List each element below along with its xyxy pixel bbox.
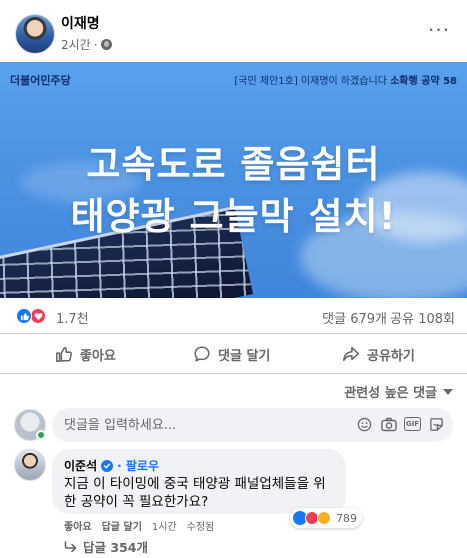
- view-replies-link[interactable]: 답글 354개: [64, 537, 148, 556]
- share-count[interactable]: 공유 108회: [390, 308, 455, 327]
- comment-header: 이준석 · 팔로우: [64, 457, 334, 474]
- globe-icon: [100, 39, 112, 50]
- more-icon[interactable]: ···: [428, 20, 450, 40]
- comment-input[interactable]: [64, 417, 344, 433]
- post-actions: 좋아요 댓글 달기 공유하기: [0, 334, 467, 374]
- headline-line-1: 고속도로 졸음쉼터: [86, 143, 381, 186]
- comment-count[interactable]: 댓글 679개: [322, 308, 387, 327]
- reaction-count[interactable]: 1.7천: [56, 308, 89, 327]
- post-image[interactable]: 더불어민주당 [국민 제안1호] 이재명이 하겠습니다 소확행 공약 58 고속…: [0, 62, 467, 298]
- like-icon: [56, 346, 72, 362]
- pledge-caption: [국민 제안1호] 이재명이 하겠습니다 소확행 공약 58: [234, 72, 457, 87]
- like-button[interactable]: 좋아요: [55, 334, 116, 374]
- comment-reply-link[interactable]: 답글 달기: [102, 518, 142, 533]
- care-icon: [317, 511, 331, 525]
- gif-icon[interactable]: GIF: [404, 417, 421, 431]
- share-button[interactable]: 공유하기: [342, 334, 415, 374]
- comment-sort-dropdown[interactable]: 관련성 높은 댓글: [344, 382, 453, 401]
- pledge-name: 소확행 공약 58: [390, 76, 457, 87]
- like-button-label: 좋아요: [80, 348, 116, 364]
- comment-reactions[interactable]: 789: [290, 508, 362, 528]
- comment-button[interactable]: 댓글 달기: [193, 334, 270, 374]
- share-icon: [343, 346, 359, 362]
- reply-arrow-icon: [64, 541, 77, 552]
- post-meta: 2시간 ·: [61, 36, 112, 53]
- comment-actions: 좋아요 답글 달기 1시간 수정됨: [64, 518, 214, 533]
- comment-input-box[interactable]: GIF: [52, 408, 453, 442]
- comment-icon: [194, 346, 210, 362]
- comment-button-label: 댓글 달기: [218, 348, 271, 364]
- headline-line-2: 태양광 그늘막 설치!: [70, 195, 397, 238]
- comment-time[interactable]: 1시간: [152, 518, 177, 533]
- meta-separator: ·: [93, 37, 98, 52]
- author-name[interactable]: 이재명: [61, 13, 100, 33]
- camera-icon[interactable]: [380, 416, 397, 433]
- caret-down-icon: [443, 388, 453, 395]
- comment-sort-label: 관련성 높은 댓글: [344, 386, 437, 401]
- comment-like-link[interactable]: 좋아요: [64, 518, 92, 533]
- commenter-avatar[interactable]: [14, 449, 46, 481]
- love-icon[interactable]: [30, 308, 46, 324]
- pledge-prefix: [국민 제안1호] 이재명이 하겠습니다: [234, 76, 387, 87]
- like-icon[interactable]: [16, 308, 32, 324]
- comment-input-tools: GIF: [356, 416, 445, 433]
- emoji-icon[interactable]: [356, 416, 373, 433]
- comment-edited-label: 수정됨: [186, 522, 215, 533]
- comment-text: 지금 이 타이밍에 중국 태양광 패널업체들을 위한 공약이 꼭 필요한가요?: [64, 476, 326, 510]
- post-time[interactable]: 2시간: [61, 36, 91, 53]
- post-stats: 1.7천 댓글 679개 공유 108회: [0, 298, 467, 334]
- sticker-icon[interactable]: [428, 416, 445, 433]
- comment-bubble: 이준석 · 팔로우 지금 이 타이밍에 중국 태양광 패널업체들을 위한 공약이…: [52, 449, 346, 514]
- post-header: 이재명 2시간 · ···: [0, 0, 467, 62]
- verified-icon: [101, 459, 114, 472]
- online-status-dot: [36, 430, 46, 440]
- replies-count: 답글 354개: [83, 540, 148, 555]
- author-avatar[interactable]: [15, 14, 55, 54]
- comment-reaction-count: 789: [336, 511, 357, 525]
- share-button-label: 공유하기: [367, 348, 415, 364]
- commenter-name[interactable]: 이준석: [64, 457, 97, 474]
- follow-link[interactable]: · 팔로우: [117, 457, 159, 474]
- party-logo-text: 더불어민주당: [10, 74, 71, 87]
